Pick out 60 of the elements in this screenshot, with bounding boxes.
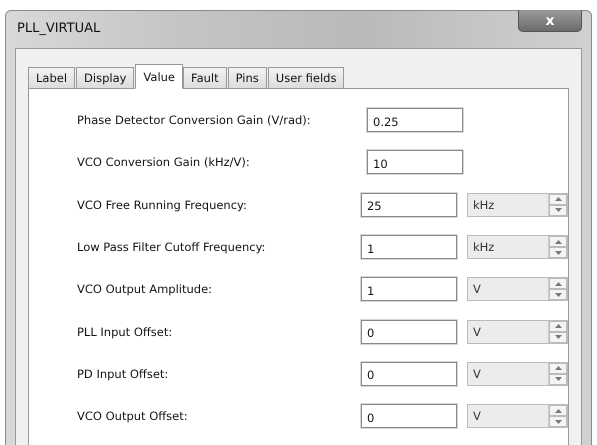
window-title: PLL_VIRTUAL (17, 21, 100, 36)
spin-up-button[interactable] (549, 236, 567, 248)
unit-text: V (472, 324, 481, 339)
field-label: VCO Output Amplitude: (77, 282, 214, 296)
unit-text: V (472, 366, 481, 381)
field-label: Phase Detector Conversion Gain (V/rad): (77, 113, 312, 128)
input-field[interactable]: 1 (360, 235, 457, 260)
up-arrow-icon (554, 197, 562, 202)
down-arrow-icon (554, 420, 562, 424)
spin-down-button[interactable] (549, 332, 567, 343)
spin-up-button[interactable] (549, 194, 567, 205)
up-arrow-icon (554, 408, 562, 413)
down-arrow-icon (554, 377, 562, 382)
spin-up-button[interactable] (549, 320, 567, 332)
unit-spinner[interactable]: V (466, 277, 568, 302)
field-label: VCO Output Offset: (77, 409, 189, 424)
input-field[interactable]: 0 (360, 362, 457, 386)
down-arrow-icon (554, 208, 562, 212)
field-label: VCO Conversion Gain (kHz/V): (77, 155, 251, 170)
spin-up-button[interactable] (549, 362, 567, 374)
tab[interactable]: Fault (183, 67, 227, 89)
field-label: PLL Input Offset: (77, 324, 174, 339)
down-arrow-icon (554, 250, 562, 255)
input-field[interactable]: 0.25 (367, 108, 463, 132)
input-field[interactable]: 10 (367, 150, 463, 174)
input-field[interactable]: 25 (360, 192, 457, 217)
unit-text: kHz (472, 240, 494, 254)
spin-down-button[interactable] (549, 416, 567, 428)
unit-spinner[interactable]: V (466, 320, 568, 344)
up-arrow-icon (554, 240, 562, 244)
unit-text: V (472, 409, 481, 424)
input-field[interactable]: 1 (360, 277, 457, 302)
tab[interactable]: User fields (268, 67, 344, 89)
field-label: Low Pass Filter Cutoff Frequency: (77, 240, 266, 254)
down-arrow-icon (554, 292, 562, 297)
input-field[interactable]: 0 (360, 404, 457, 428)
spin-down-button[interactable] (549, 204, 567, 216)
tab[interactable]: Value (135, 64, 184, 89)
unit-text: kHz (472, 198, 494, 212)
up-arrow-icon (554, 282, 562, 286)
spin-down-button[interactable] (549, 374, 567, 385)
down-arrow-icon (554, 335, 562, 340)
unit-spinner[interactable]: V (466, 404, 568, 428)
spin-up-button[interactable] (549, 278, 567, 290)
unit-spinner[interactable]: V (466, 362, 568, 386)
up-arrow-icon (554, 324, 562, 328)
tab[interactable]: Label (28, 67, 76, 89)
unit-spinner[interactable]: kHz (466, 192, 568, 217)
field-label: VCO Free Running Frequency: (77, 198, 248, 212)
spin-down-button[interactable] (549, 289, 567, 300)
unit-text: V (472, 282, 481, 296)
spin-up-button[interactable] (549, 405, 567, 416)
field-label: PD Input Offset: (77, 366, 170, 381)
up-arrow-icon (554, 366, 562, 370)
tab[interactable]: Display (76, 67, 134, 89)
unit-spinner[interactable]: kHz (466, 235, 568, 260)
close-button[interactable]: x (518, 10, 582, 32)
spin-down-button[interactable] (549, 247, 567, 258)
tab[interactable]: Pins (228, 67, 267, 89)
input-field[interactable]: 0 (360, 320, 457, 344)
